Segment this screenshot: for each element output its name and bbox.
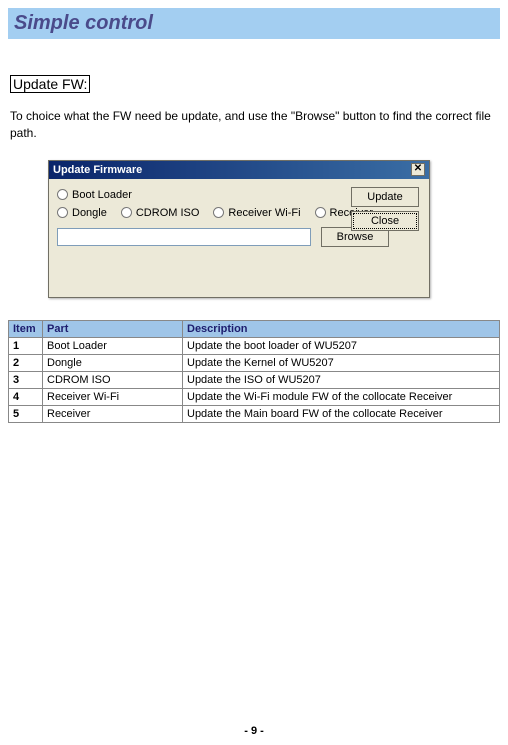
- radio-receiver-wifi[interactable]: Receiver Wi-Fi: [213, 207, 300, 219]
- table-row: 5 Receiver Update the Main board FW of t…: [9, 405, 500, 422]
- cell-item: 1: [9, 337, 43, 354]
- table-row: 4 Receiver Wi-Fi Update the Wi-Fi module…: [9, 388, 500, 405]
- dialog-titlebar: Update Firmware ✕: [49, 161, 429, 179]
- update-button[interactable]: Update: [351, 187, 419, 207]
- dialog-button-stack: Update Close: [351, 187, 419, 231]
- cell-desc: Update the Main board FW of the collocat…: [183, 405, 500, 422]
- radio-boot-loader[interactable]: Boot Loader: [57, 189, 132, 201]
- radio-label: Dongle: [72, 207, 107, 219]
- radio-icon: [213, 207, 224, 218]
- radio-label: Boot Loader: [72, 189, 132, 201]
- radio-label: CDROM ISO: [136, 207, 200, 219]
- cell-item: 3: [9, 371, 43, 388]
- file-path-input[interactable]: [57, 228, 311, 246]
- intro-paragraph: To choice what the FW need be update, an…: [10, 108, 498, 142]
- dialog-body: Update Close Boot Loader Dongle CDROM IS…: [49, 179, 429, 297]
- radio-icon: [57, 207, 68, 218]
- page-header: Simple control: [8, 8, 500, 39]
- close-button[interactable]: Close: [351, 211, 419, 231]
- dialog-title-text: Update Firmware: [53, 164, 142, 176]
- radio-icon: [315, 207, 326, 218]
- cell-item: 5: [9, 405, 43, 422]
- table-row: 2 Dongle Update the Kernel of WU5207: [9, 354, 500, 371]
- radio-cdrom-iso[interactable]: CDROM ISO: [121, 207, 200, 219]
- radio-label: Receiver Wi-Fi: [228, 207, 300, 219]
- cell-item: 2: [9, 354, 43, 371]
- parts-table: Item Part Description 1 Boot Loader Upda…: [8, 320, 500, 423]
- cell-part: Boot Loader: [43, 337, 183, 354]
- cell-desc: Update the Wi-Fi module FW of the colloc…: [183, 388, 500, 405]
- th-part: Part: [43, 320, 183, 337]
- th-item: Item: [9, 320, 43, 337]
- cell-part: Receiver Wi-Fi: [43, 388, 183, 405]
- page-number: - 9 -: [0, 725, 508, 737]
- cell-part: Receiver: [43, 405, 183, 422]
- table-row: 3 CDROM ISO Update the ISO of WU5207: [9, 371, 500, 388]
- radio-icon: [121, 207, 132, 218]
- th-description: Description: [183, 320, 500, 337]
- cell-desc: Update the Kernel of WU5207: [183, 354, 500, 371]
- close-icon[interactable]: ✕: [411, 163, 425, 176]
- cell-part: CDROM ISO: [43, 371, 183, 388]
- update-firmware-dialog: Update Firmware ✕ Update Close Boot Load…: [48, 160, 430, 298]
- cell-desc: Update the ISO of WU5207: [183, 371, 500, 388]
- cell-part: Dongle: [43, 354, 183, 371]
- radio-icon: [57, 189, 68, 200]
- table-header-row: Item Part Description: [9, 320, 500, 337]
- cell-item: 4: [9, 388, 43, 405]
- table-row: 1 Boot Loader Update the boot loader of …: [9, 337, 500, 354]
- section-title: Update FW:: [10, 75, 90, 93]
- page-title: Simple control: [14, 12, 153, 34]
- section-title-wrap: Update FW:: [10, 75, 500, 94]
- cell-desc: Update the boot loader of WU5207: [183, 337, 500, 354]
- radio-dongle[interactable]: Dongle: [57, 207, 107, 219]
